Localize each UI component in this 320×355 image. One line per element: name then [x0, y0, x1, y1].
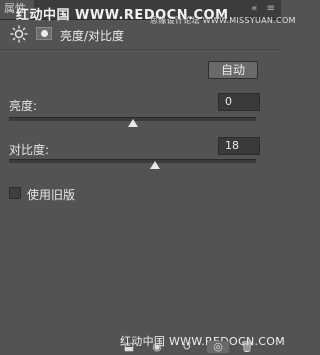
mask-icon[interactable]: [36, 27, 52, 40]
contrast-input[interactable]: 18: [218, 137, 260, 155]
legacy-label: 使用旧版: [27, 188, 76, 202]
visibility-eye-icon[interactable]: ◎: [207, 341, 229, 353]
collapse-icon[interactable]: «: [251, 3, 257, 14]
panel-title: 亮度/对比度: [60, 29, 125, 43]
tab-controls: « ≡: [245, 3, 275, 14]
menu-icon[interactable]: ≡: [267, 3, 275, 14]
properties-header: 亮度/对比度: [0, 22, 281, 44]
divider: [0, 49, 281, 50]
bottom-toolbar: ⬓ ◉ ↺ ◎ 🗑: [0, 340, 281, 355]
contrast-label: 对比度:: [9, 143, 50, 157]
brightness-input[interactable]: 0: [218, 93, 260, 111]
sun-icon: [10, 25, 28, 43]
legacy-checkbox[interactable]: [9, 187, 21, 199]
delete-trash-icon[interactable]: 🗑: [240, 341, 254, 353]
brightness-label: 亮度:: [9, 99, 38, 113]
clip-to-layer-icon[interactable]: ⬓: [122, 341, 136, 353]
reset-icon[interactable]: ↺: [180, 341, 194, 353]
auto-button[interactable]: 自动: [208, 61, 258, 79]
brightness-slider-thumb[interactable]: [127, 119, 138, 127]
contrast-slider-thumb[interactable]: [149, 161, 160, 169]
contrast-slider-track[interactable]: [9, 159, 256, 163]
view-previous-icon[interactable]: ◉: [150, 341, 164, 353]
